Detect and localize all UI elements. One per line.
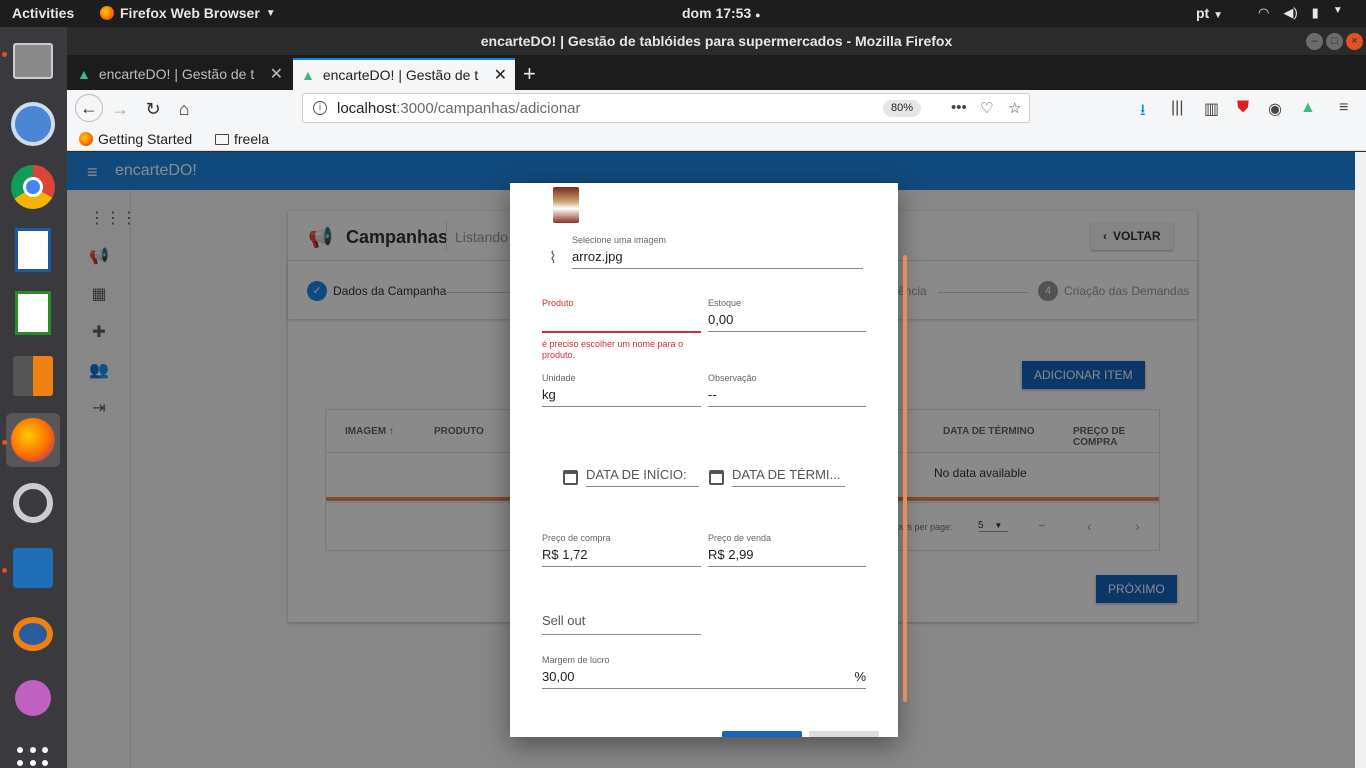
forward-arrow-icon[interactable]: → (108, 97, 132, 121)
writer-icon[interactable] (6, 223, 60, 277)
produto-error: é preciso escolher um nome para o produt… (542, 339, 684, 360)
data-termino-picker[interactable]: DATA DE TÉRMI... (709, 467, 845, 487)
product-thumbnail (553, 187, 579, 223)
vuetify-icon: ▲ (301, 67, 315, 83)
folder-icon (215, 133, 229, 145)
web-content: ≡ encarteDO! ⋮⋮⋮ 📢 ▦ ✚ 👥 ⇥ 📢 Campanhas L… (67, 152, 1355, 768)
show-applications-icon[interactable] (17, 747, 49, 768)
url-path: :3000/campanhas/adicionar (396, 99, 581, 117)
preco-venda-field[interactable]: Preço de venda R$ 2,99 (708, 533, 866, 567)
preco-compra-field[interactable]: Preço de compra R$ 1,72 (542, 533, 701, 567)
wifi-icon: ◠ (1258, 5, 1270, 20)
calc-icon[interactable] (6, 286, 60, 340)
tab-label: encarteDO! | Gestão de t (98, 66, 255, 82)
downloads-icon[interactable]: ⭳ (1140, 99, 1146, 126)
chrome-icon[interactable] (6, 160, 60, 214)
blender-icon[interactable] (6, 607, 60, 661)
tab-label: encarteDO! | Gestão de t (322, 67, 479, 83)
language-indicator[interactable]: pt ▼ (1196, 5, 1223, 21)
gnome-top-bar: Activities Firefox Web Browser ▼ dom 17:… (0, 0, 1366, 27)
account-icon[interactable]: ◉ (1268, 99, 1282, 119)
chevron-down-icon: ▼ (265, 7, 276, 19)
tab-2[interactable]: ▲ encarteDO! | Gestão de t ✕ (293, 58, 515, 90)
bookmark-freela[interactable]: freela (215, 131, 269, 147)
library-icon[interactable]: ||| (1171, 99, 1183, 117)
zoom-indicator[interactable]: 80% (883, 100, 922, 117)
pocket-icon[interactable]: ♡ (980, 99, 993, 117)
bookmark-star-icon[interactable]: ☆ (1008, 99, 1021, 117)
app-menu-label: Firefox Web Browser (120, 5, 260, 21)
estoque-field[interactable]: Estoque 0,00 (708, 298, 866, 332)
paperclip-icon[interactable]: ⌇ (549, 248, 557, 268)
hamburger-menu-icon[interactable]: ≡ (1339, 99, 1348, 117)
bookmark-label: freela (234, 131, 270, 147)
activities-button[interactable]: Activities (12, 5, 74, 21)
new-tab-button[interactable]: + (523, 61, 536, 87)
image-file-input[interactable]: Selecione uma imagem arroz.jpg (572, 235, 863, 269)
app-menu[interactable]: Firefox Web Browser ▼ (100, 5, 276, 21)
chromium-icon[interactable] (6, 97, 60, 151)
percent-suffix: % (854, 669, 866, 684)
vue-devtools-icon[interactable]: ▲ (1300, 99, 1316, 117)
url-bar[interactable]: i localhost:3000/campanhas/adicionar 80%… (302, 93, 1030, 123)
save-button[interactable] (722, 731, 802, 737)
firefox-icon (79, 132, 93, 146)
reload-icon[interactable]: ↻ (141, 97, 165, 121)
close-window-button[interactable]: × (1346, 33, 1363, 50)
close-tab-icon[interactable]: ✕ (494, 65, 507, 85)
calendar-icon (709, 469, 724, 485)
vuetify-icon: ▲ (77, 66, 91, 82)
system-tray[interactable]: ◠ ◀) ▮ ▼ (1258, 5, 1343, 21)
app-icon[interactable] (6, 671, 60, 725)
back-arrow-icon[interactable]: ← (75, 94, 103, 122)
nav-bar: ← → ↻ ⌂ i localhost:3000/campanhas/adici… (67, 90, 1366, 127)
sidebar-icon[interactable]: ▥ (1204, 99, 1219, 119)
unidade-field[interactable]: Unidade kg (542, 373, 701, 407)
settings-icon[interactable] (6, 476, 60, 530)
data-inicio-picker[interactable]: DATA DE INÍCIO: (563, 467, 699, 487)
close-tab-icon[interactable]: ✕ (270, 64, 283, 84)
tab-bar: ▲ encarteDO! | Gestão de t ✕ ▲ encarteDO… (67, 55, 1366, 90)
clock[interactable]: dom 17:53 ● (682, 5, 761, 21)
observacao-field[interactable]: Observação -- (708, 373, 866, 407)
ublock-icon[interactable]: ⛊ (1237, 99, 1249, 117)
firefox-icon[interactable] (6, 413, 60, 467)
margem-lucro-field[interactable]: Margem de lucro 30,00 % (542, 655, 866, 689)
produto-field[interactable]: Produto é preciso escolher um nome para … (542, 298, 701, 361)
info-icon[interactable]: i (313, 101, 327, 115)
page-actions-icon[interactable]: ••• (951, 99, 967, 116)
maximize-button[interactable]: □ (1326, 33, 1343, 50)
dock (0, 27, 67, 768)
window-title: encarteDO! | Gestão de tablóides para su… (67, 27, 1366, 55)
sell-out-field[interactable]: Sell out (542, 609, 701, 635)
battery-icon: ▮ (1311, 5, 1319, 20)
bookmark-label: Getting Started (98, 131, 193, 147)
calendar-icon (563, 469, 578, 485)
minimize-button[interactable]: – (1306, 33, 1323, 50)
vscode-icon[interactable] (6, 541, 60, 595)
files-icon[interactable] (6, 34, 60, 88)
page-scrollbar[interactable] (1355, 152, 1366, 768)
volume-icon: ◀) (1283, 5, 1298, 20)
chevron-down-icon: ▼ (1332, 5, 1343, 16)
firefox-icon (100, 6, 114, 20)
modal-scrollbar[interactable] (903, 255, 907, 702)
url-host: localhost (337, 99, 397, 117)
add-item-dialog: ⌇ Selecione uma imagem arroz.jpg Produto… (510, 183, 898, 737)
tab-1[interactable]: ▲ encarteDO! | Gestão de t ✕ (69, 58, 291, 90)
cancel-button[interactable] (809, 731, 879, 737)
bookmark-getting-started[interactable]: Getting Started (79, 131, 192, 147)
home-icon[interactable]: ⌂ (172, 97, 196, 121)
bookmarks-toolbar: Getting Started freela (67, 127, 1366, 151)
calculator-icon[interactable] (6, 349, 60, 403)
